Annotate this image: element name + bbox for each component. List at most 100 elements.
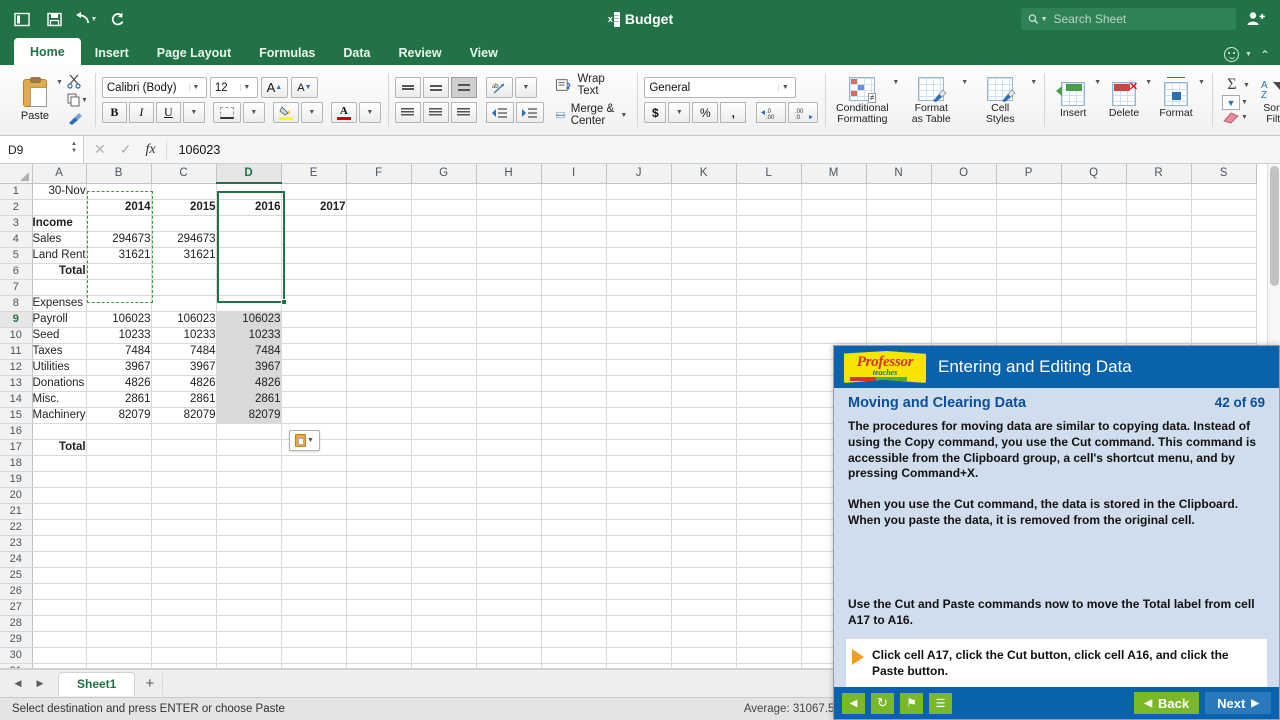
cell-C13[interactable]: 4826: [151, 375, 216, 391]
orientation-dropdown-caret[interactable]: ▼: [515, 77, 537, 98]
cell-R1[interactable]: [1126, 183, 1191, 199]
cell-J16[interactable]: [606, 423, 671, 439]
decrease-decimal-button[interactable]: .0.00: [756, 102, 786, 123]
row-header-14[interactable]: 14: [0, 391, 32, 407]
cell-G3[interactable]: [411, 215, 476, 231]
cell-E4[interactable]: [281, 231, 346, 247]
currency-button[interactable]: $: [644, 102, 666, 123]
cell-H13[interactable]: [476, 375, 541, 391]
cell-F26[interactable]: [346, 583, 411, 599]
cell-J17[interactable]: [606, 439, 671, 455]
cell-E21[interactable]: [281, 503, 346, 519]
cell-G21[interactable]: [411, 503, 476, 519]
column-header-l[interactable]: L: [736, 164, 801, 183]
cell-I11[interactable]: [541, 343, 606, 359]
format-caret[interactable]: ▼: [1198, 79, 1205, 86]
row-header-26[interactable]: 26: [0, 583, 32, 599]
insert-caret[interactable]: ▼: [1094, 79, 1101, 86]
font-size-combo[interactable]: 12 ▼: [210, 77, 258, 98]
cell-P10[interactable]: [996, 327, 1061, 343]
cell-G15[interactable]: [411, 407, 476, 423]
merge-center-button[interactable]: Merge & Center ▼: [553, 104, 630, 126]
column-header-j[interactable]: J: [606, 164, 671, 183]
cell-C29[interactable]: [151, 631, 216, 647]
cell-L26[interactable]: [736, 583, 801, 599]
select-all-corner[interactable]: [0, 164, 32, 183]
cell-J29[interactable]: [606, 631, 671, 647]
undo-dropdown-caret[interactable]: ▼: [91, 16, 98, 23]
cell-J21[interactable]: [606, 503, 671, 519]
underline-dropdown-caret[interactable]: ▼: [183, 102, 205, 123]
cell-N9[interactable]: [866, 311, 931, 327]
increase-indent-button[interactable]: [516, 102, 544, 123]
cell-I19[interactable]: [541, 471, 606, 487]
cell-K6[interactable]: [671, 263, 736, 279]
cell-D20[interactable]: [216, 487, 281, 503]
cell-A20[interactable]: [32, 487, 86, 503]
row-header-2[interactable]: 2: [0, 199, 32, 215]
cell-C3[interactable]: [151, 215, 216, 231]
cell-F6[interactable]: [346, 263, 411, 279]
cell-D13[interactable]: 4826: [216, 375, 281, 391]
cell-A19[interactable]: [32, 471, 86, 487]
cut-button[interactable]: [67, 73, 88, 89]
cell-C19[interactable]: [151, 471, 216, 487]
cell-G5[interactable]: [411, 247, 476, 263]
back-button[interactable]: ◀ Back: [1134, 692, 1199, 714]
cell-E10[interactable]: [281, 327, 346, 343]
cell-B4[interactable]: 294673: [86, 231, 151, 247]
cell-G22[interactable]: [411, 519, 476, 535]
cell-C11[interactable]: 7484: [151, 343, 216, 359]
cell-B2[interactable]: 2014: [86, 199, 151, 215]
cell-C15[interactable]: 82079: [151, 407, 216, 423]
cell-styles-caret[interactable]: ▼: [1030, 79, 1037, 86]
format-painter-button[interactable]: [67, 111, 88, 127]
row-header-30[interactable]: 30: [0, 647, 32, 663]
cell-K25[interactable]: [671, 567, 736, 583]
cell-L29[interactable]: [736, 631, 801, 647]
cell-O8[interactable]: [931, 295, 996, 311]
cell-L25[interactable]: [736, 567, 801, 583]
autosum-caret[interactable]: ▼: [1243, 82, 1250, 89]
cell-C22[interactable]: [151, 519, 216, 535]
cell-G19[interactable]: [411, 471, 476, 487]
cell-I5[interactable]: [541, 247, 606, 263]
cell-B8[interactable]: [86, 295, 151, 311]
cell-M8[interactable]: [801, 295, 866, 311]
cell-K29[interactable]: [671, 631, 736, 647]
cell-B1[interactable]: [86, 183, 151, 199]
cell-A3[interactable]: Income: [32, 215, 86, 231]
cell-C27[interactable]: [151, 599, 216, 615]
cell-Q5[interactable]: [1061, 247, 1126, 263]
cell-K4[interactable]: [671, 231, 736, 247]
search-box[interactable]: ▼: [1021, 8, 1236, 30]
cell-C6[interactable]: [151, 263, 216, 279]
cell-G13[interactable]: [411, 375, 476, 391]
cell-H28[interactable]: [476, 615, 541, 631]
cell-D30[interactable]: [216, 647, 281, 663]
formula-input[interactable]: 106023: [166, 141, 1280, 159]
cell-N1[interactable]: [866, 183, 931, 199]
cell-I15[interactable]: [541, 407, 606, 423]
align-middle-button[interactable]: [423, 77, 449, 98]
cell-B6[interactable]: [86, 263, 151, 279]
row-header-24[interactable]: 24: [0, 551, 32, 567]
cell-A8[interactable]: Expenses: [32, 295, 86, 311]
cell-E28[interactable]: [281, 615, 346, 631]
column-header-f[interactable]: F: [346, 164, 411, 183]
cell-E18[interactable]: [281, 455, 346, 471]
cell-Q6[interactable]: [1061, 263, 1126, 279]
conditional-formatting-button[interactable]: ≠ Conditional Formatting: [832, 75, 892, 126]
cell-R6[interactable]: [1126, 263, 1191, 279]
paste-dropdown-caret[interactable]: ▼: [56, 79, 63, 86]
cell-J19[interactable]: [606, 471, 671, 487]
cell-K9[interactable]: [671, 311, 736, 327]
cell-H2[interactable]: [476, 199, 541, 215]
menu-icon[interactable]: ☰: [929, 693, 952, 714]
cell-I23[interactable]: [541, 535, 606, 551]
cell-F29[interactable]: [346, 631, 411, 647]
cell-J13[interactable]: [606, 375, 671, 391]
cell-J5[interactable]: [606, 247, 671, 263]
cell-H23[interactable]: [476, 535, 541, 551]
cell-D2[interactable]: 2016: [216, 199, 281, 215]
